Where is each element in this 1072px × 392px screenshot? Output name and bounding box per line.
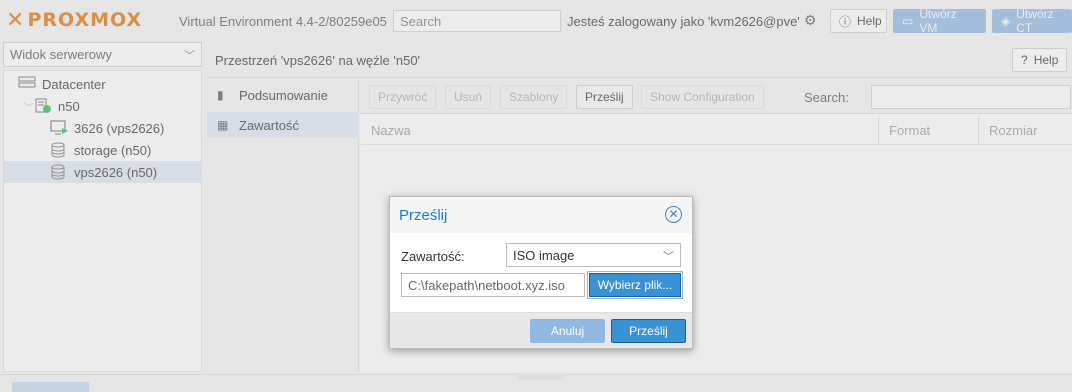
dialog-body: Zawartość: ISO image ﹀ C:\fakepath\netbo… — [390, 233, 692, 312]
dialog-title: Prześlij — [399, 207, 448, 224]
upload-dialog: Prześlij ✕ Zawartość: ISO image ﹀ C:\fak… — [389, 196, 693, 349]
chevron-down-icon: ﹀ — [663, 251, 674, 263]
content-type-select[interactable]: ISO image ﹀ — [506, 243, 681, 267]
browse-file-button[interactable]: Wybierz plik... — [587, 271, 683, 299]
dialog-footer: Anuluj Prześlij — [390, 312, 692, 348]
upload-submit-button[interactable]: Prześlij — [611, 319, 686, 343]
cancel-button[interactable]: Anuluj — [530, 319, 605, 343]
close-icon[interactable]: ✕ — [665, 206, 682, 223]
content-type-label: Zawartość: — [401, 249, 465, 264]
file-path-field[interactable]: C:\fakepath\netboot.xyz.iso — [401, 273, 585, 297]
